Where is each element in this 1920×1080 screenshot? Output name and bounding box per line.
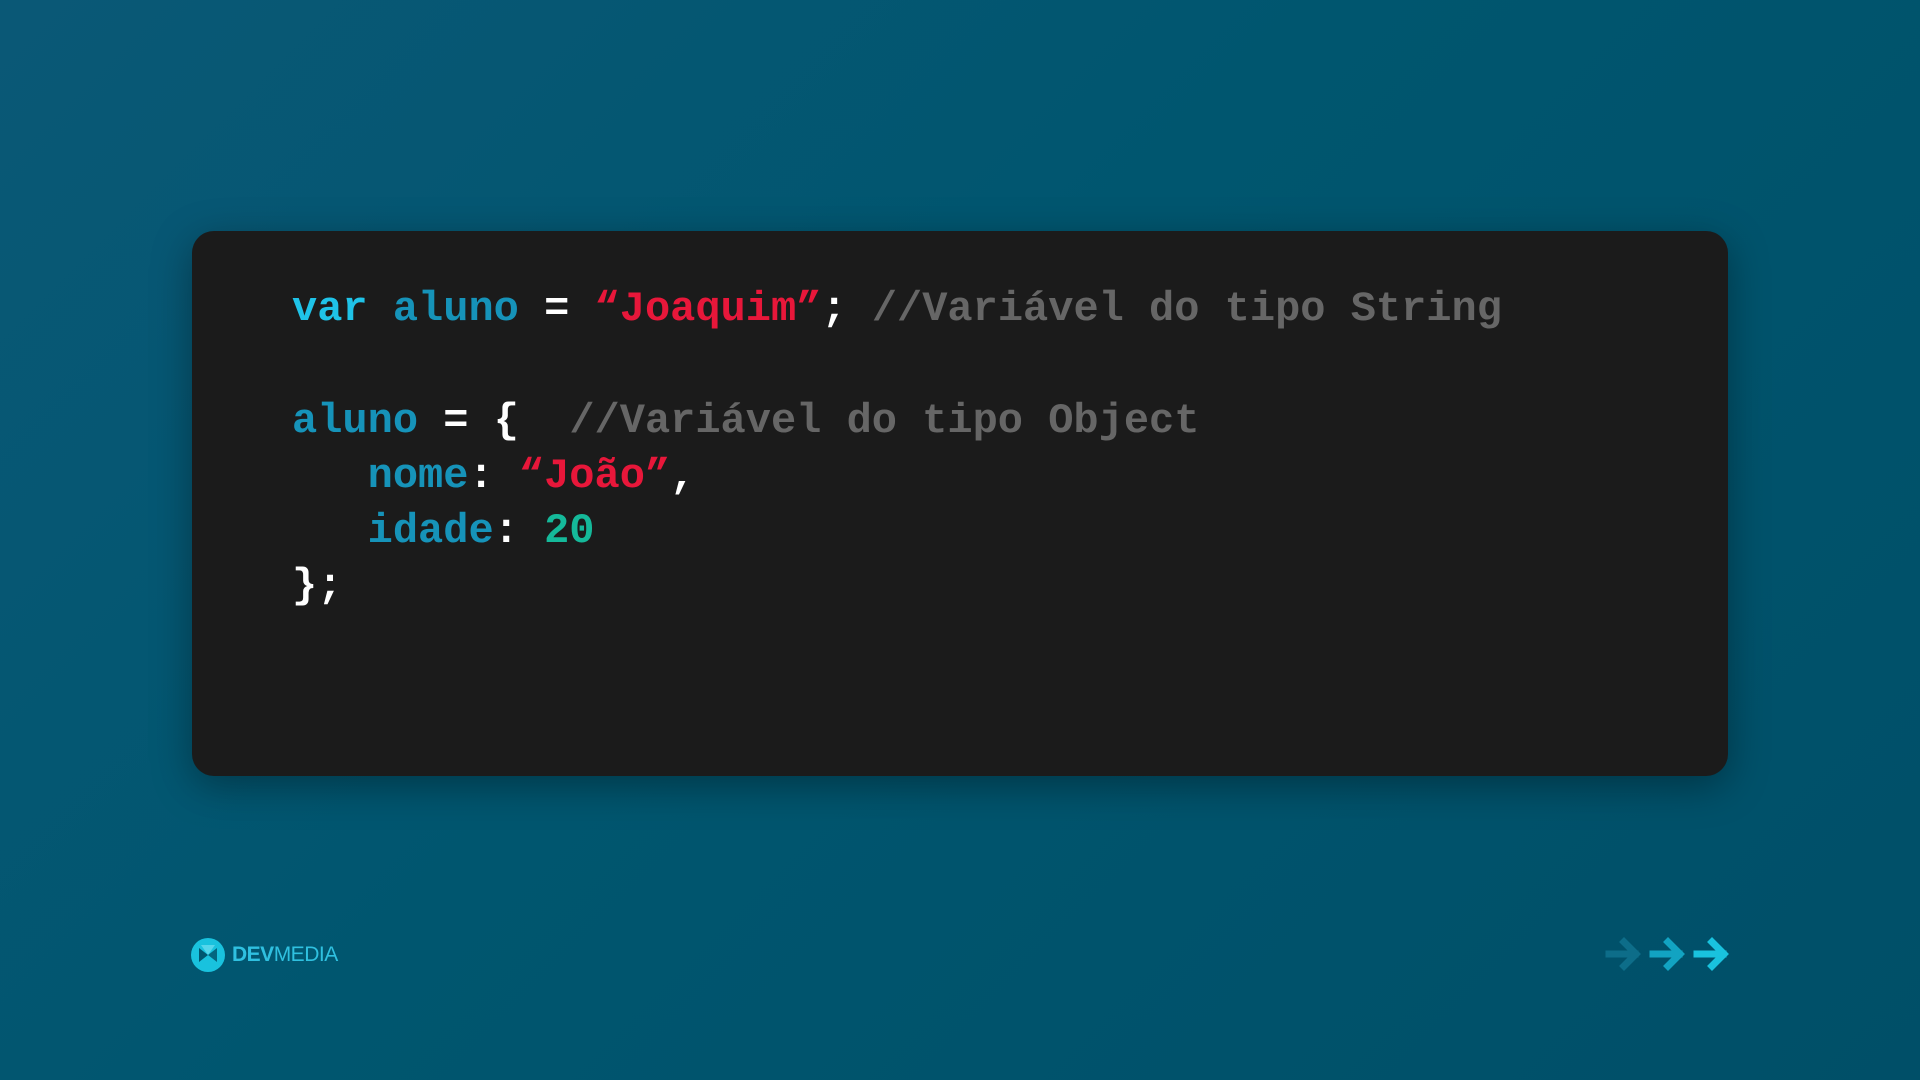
brand-bold: DEV xyxy=(232,943,274,966)
comma: , xyxy=(670,452,696,500)
arrow-right-icon xyxy=(1605,937,1643,971)
colon: : xyxy=(493,507,519,555)
keyword-var: var xyxy=(292,285,368,333)
code-line-1: var aluno = “Joaquim”; //Variável do tip… xyxy=(292,281,1502,337)
open-brace: { xyxy=(493,397,519,445)
code-line-4: idade: 20 xyxy=(292,503,595,559)
semicolon: ; xyxy=(821,285,847,333)
closing-brace: }; xyxy=(292,562,343,610)
devmedia-logo: DEVMEDIA xyxy=(190,937,338,973)
brand-name: DEVMEDIA xyxy=(232,943,338,967)
comment-string-type: //Variável do tipo String xyxy=(871,285,1502,333)
colon: : xyxy=(468,452,494,500)
brand-light: MEDIA xyxy=(273,943,339,966)
code-block-lines: var aluno = “Joaquim”; //Variável do tip… xyxy=(292,231,1502,759)
number-literal: 20 xyxy=(544,507,595,555)
nav-arrows xyxy=(1605,937,1731,971)
identifier-aluno: aluno xyxy=(392,285,519,333)
code-line-5: }; xyxy=(292,558,342,614)
string-literal: “João” xyxy=(518,452,671,500)
code-card: var aluno = “Joaquim”; //Variável do tip… xyxy=(192,231,1728,776)
assign-operator: = xyxy=(443,397,469,445)
comment-object-type: //Variável do tipo Object xyxy=(569,397,1200,445)
string-literal: “Joaquim” xyxy=(594,285,822,333)
code-line-3: nome: “João”, xyxy=(292,448,696,504)
assign-operator: = xyxy=(544,285,570,333)
arrow-right-icon xyxy=(1649,937,1687,971)
identifier-aluno: aluno xyxy=(292,397,419,445)
property-key-idade: idade xyxy=(367,507,494,555)
property-key-nome: nome xyxy=(367,452,469,500)
code-line-2: aluno = { //Variável do tipo Object xyxy=(292,393,1199,449)
devmedia-logo-icon xyxy=(191,938,225,972)
arrow-right-icon xyxy=(1693,937,1731,971)
